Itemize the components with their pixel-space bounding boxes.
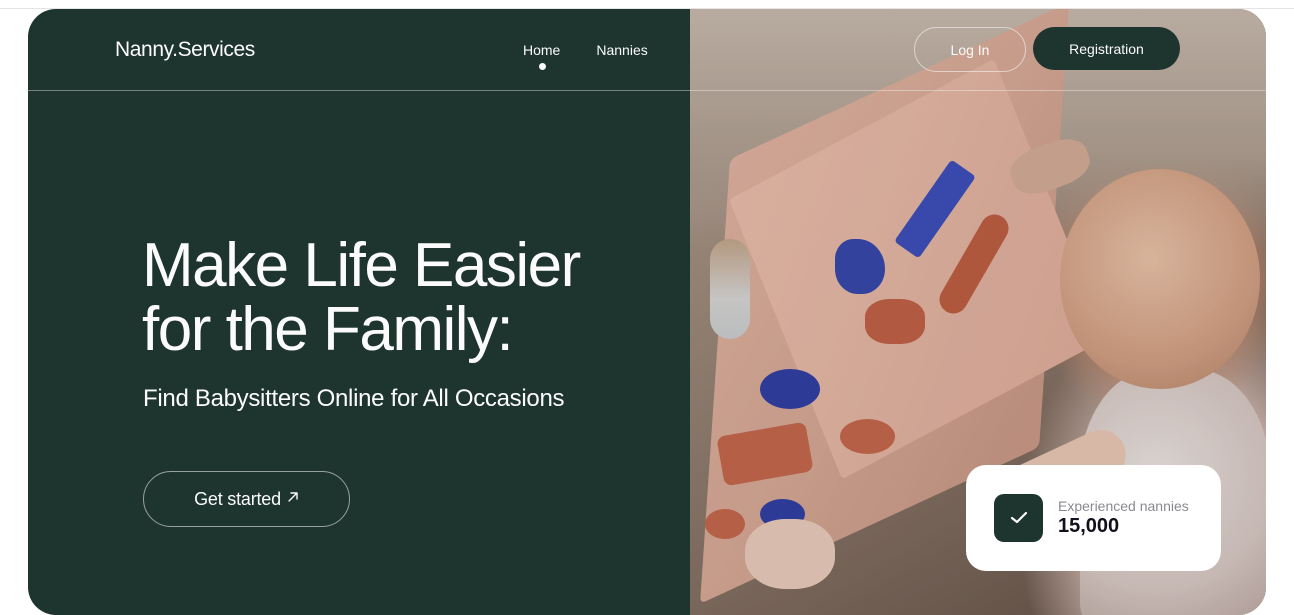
hero-section: Nanny.Services Home Nannies Log In Regis… (28, 9, 1266, 615)
headline-line-1: Make Life Easier (142, 231, 581, 300)
arrow-up-right-icon (288, 492, 298, 502)
get-started-label: Get started (194, 488, 281, 509)
stats-card: Experienced nannies 15,000 (966, 465, 1221, 571)
check-badge (994, 494, 1043, 542)
header-divider (28, 90, 1266, 91)
hero-headline: Make Life Easier for the Family: (142, 234, 662, 362)
get-started-button[interactable]: Get started (143, 471, 350, 527)
login-button[interactable]: Log In (914, 27, 1026, 72)
headline-line-2: for the Family: (142, 295, 514, 364)
registration-button[interactable]: Registration (1033, 27, 1180, 70)
stats-label: Experienced nannies (1058, 498, 1189, 514)
main-nav: Home Nannies (523, 42, 648, 70)
nav-item-label: Nannies (596, 42, 648, 58)
nav-item-label: Home (523, 42, 561, 58)
hero-subheadline: Find Babysitters Online for All Occasion… (143, 385, 565, 412)
stats-value: 15,000 (1058, 515, 1120, 537)
nav-item-home[interactable]: Home (523, 42, 561, 70)
nav-item-nannies[interactable]: Nannies (596, 42, 647, 58)
check-icon (1010, 511, 1027, 524)
active-dot-icon (538, 63, 546, 70)
logo[interactable]: Nanny.Services (115, 38, 255, 62)
